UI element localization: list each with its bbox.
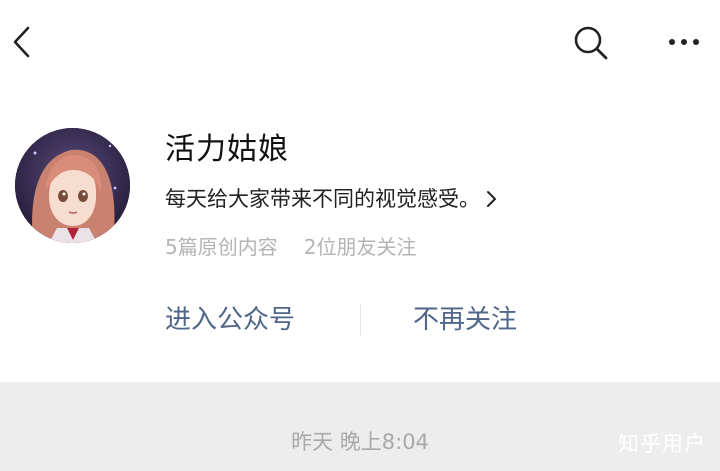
account-name: 活力姑娘 bbox=[165, 132, 289, 167]
avatar-image bbox=[15, 128, 130, 243]
friends-following: 2位朋友关注 bbox=[303, 235, 417, 259]
watermark: 知乎用户 bbox=[618, 432, 706, 456]
original-count: 5篇原创内容 bbox=[165, 235, 278, 259]
chat-area: 昨天 晚上8:04 知乎用户 bbox=[0, 382, 720, 471]
top-bar bbox=[0, 0, 720, 86]
enter-account-button[interactable]: 进入公众号 bbox=[165, 302, 295, 338]
action-row: 进入公众号 不再关注 bbox=[0, 286, 720, 356]
account-intro-text: 每天给大家带来不同的视觉感受。 bbox=[165, 187, 480, 211]
more-horizontal-icon[interactable] bbox=[664, 30, 704, 54]
search-icon[interactable] bbox=[572, 24, 610, 62]
chevron-left-icon[interactable] bbox=[8, 24, 36, 60]
action-divider bbox=[360, 304, 361, 336]
account-intro[interactable]: 每天给大家带来不同的视觉感受。 bbox=[165, 184, 498, 214]
unfollow-button[interactable]: 不再关注 bbox=[413, 302, 517, 338]
account-stats: 5篇原创内容 2位朋友关注 bbox=[165, 232, 416, 262]
chevron-right-icon bbox=[487, 191, 496, 207]
message-timestamp: 昨天 晚上8:04 bbox=[291, 430, 429, 454]
account-profile-card: 活力姑娘 每天给大家带来不同的视觉感受。 5篇原创内容 2位朋友关注 进入公众号 … bbox=[0, 86, 720, 382]
avatar[interactable] bbox=[15, 128, 130, 243]
